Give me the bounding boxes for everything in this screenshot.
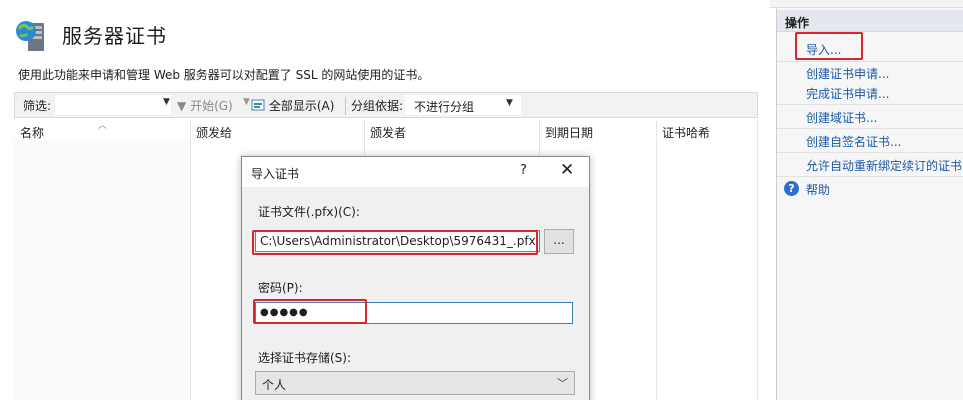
certificate-store-select[interactable]: 个人 ﹀	[255, 371, 575, 395]
password-label: 密码(P):	[258, 281, 303, 295]
highlight-import	[795, 32, 863, 60]
filter-label: 筛选:	[23, 99, 52, 113]
column-header-name[interactable]: 名称	[20, 124, 44, 141]
actions-divider	[777, 104, 963, 105]
column-header-issuer[interactable]: 颁发者	[370, 124, 406, 141]
filter-dropdown-icon[interactable]: ▼	[163, 97, 170, 107]
certificate-store-label: 选择证书存储(S):	[258, 351, 352, 365]
chevron-down-icon: ﹀	[557, 377, 568, 390]
action-auto-rebind[interactable]: 允许自动重新绑定续订的证书	[806, 157, 962, 174]
dialog-title: 导入证书	[251, 167, 300, 181]
action-create-request[interactable]: 创建证书申请...	[806, 65, 889, 82]
server-certificate-icon	[16, 21, 44, 51]
browse-button[interactable]: ...	[544, 229, 574, 254]
show-all-button[interactable]: 全部显示(A)	[251, 97, 334, 114]
highlight-file-path	[252, 230, 538, 255]
action-create-domain-cert[interactable]: 创建域证书...	[806, 109, 877, 126]
dialog-titlebar: 导入证书 ? ✕	[242, 157, 589, 187]
actions-header: 操作	[777, 10, 963, 32]
page-description: 使用此功能来申请和管理 Web 服务器可以对配置了 SSL 的网站使用的证书。	[18, 68, 430, 82]
actions-divider	[777, 152, 963, 153]
close-icon[interactable]: ✕	[560, 160, 574, 180]
highlight-password	[253, 299, 367, 324]
table-header: 名称 颁发给 颁发者 到期日期 证书哈希	[14, 120, 758, 142]
show-all-icon	[251, 99, 265, 111]
start-button[interactable]: ▼ 开始(G)	[177, 97, 233, 114]
group-by-select[interactable]: 不进行分组 ▼	[405, 95, 521, 115]
toolbar-divider	[345, 97, 346, 115]
certificate-store-value: 个人	[262, 378, 287, 392]
start-button-label: 开始(G)	[190, 99, 233, 113]
help-icon[interactable]: ?	[520, 163, 527, 178]
column-header-issued-to[interactable]: 颁发给	[196, 124, 232, 141]
column-header-hash[interactable]: 证书哈希	[662, 124, 710, 141]
column-divider	[190, 120, 191, 400]
group-by-label: 分组依据:	[351, 99, 404, 113]
toolbar: 筛选: ▼ ▼ 开始(G) ▼ 全部显示(A) 分组依据: 不进行分组 ▼	[14, 92, 758, 118]
actions-title: 操作	[785, 16, 810, 30]
group-by-dropdown-icon: ▼	[506, 98, 513, 108]
import-certificate-dialog: 导入证书 ? ✕ 证书文件(.pfx)(C): C:\Users\Adminis…	[241, 156, 590, 400]
column-divider	[656, 120, 657, 400]
page-title: 服务器证书	[62, 24, 167, 48]
start-dropdown-icon[interactable]: ▼	[243, 97, 250, 107]
certificate-file-label: 证书文件(.pfx)(C):	[258, 205, 360, 219]
actions-divider	[777, 61, 963, 62]
show-all-button-label: 全部显示(A)	[268, 99, 335, 113]
help-icon[interactable]: ?	[784, 181, 799, 196]
actions-divider	[777, 176, 963, 177]
action-create-self-signed[interactable]: 创建自签名证书...	[806, 133, 901, 150]
actions-divider	[777, 128, 963, 129]
column-header-expiration[interactable]: 到期日期	[545, 124, 593, 141]
filter-input[interactable]	[55, 95, 171, 115]
action-help[interactable]: 帮助	[806, 181, 830, 198]
action-complete-request[interactable]: 完成证书申请...	[806, 85, 889, 102]
column-divider	[757, 120, 758, 400]
actions-pane: 操作 导入... 创建证书申请... 完成证书申请... 创建域证书... 创建…	[776, 8, 963, 400]
funnel-icon: ▼	[177, 99, 187, 113]
name-column-background	[14, 140, 190, 400]
group-by-value: 不进行分组	[414, 100, 475, 114]
